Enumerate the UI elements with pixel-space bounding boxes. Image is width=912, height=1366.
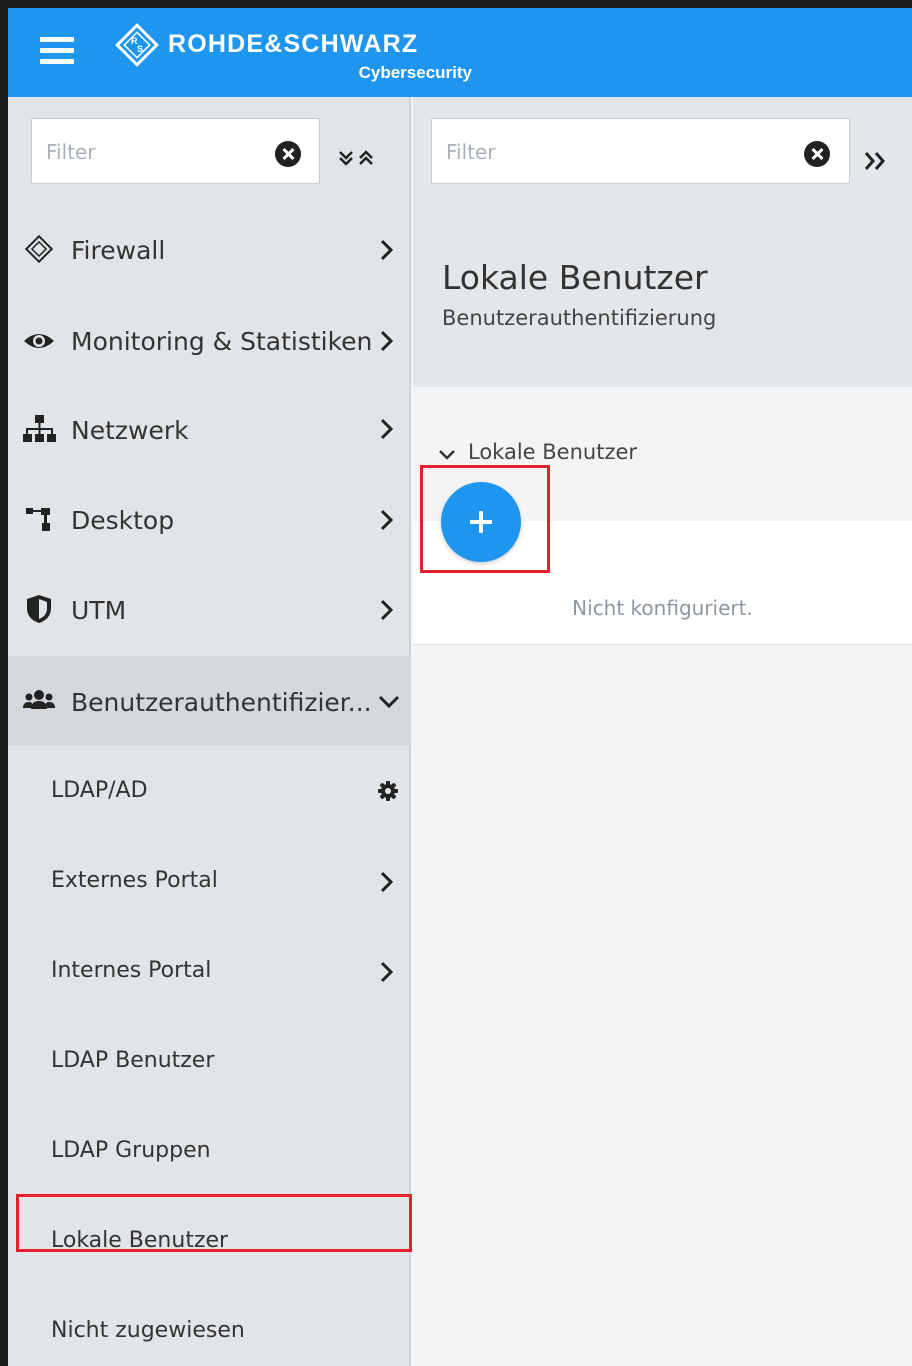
add-user-button[interactable] bbox=[441, 482, 521, 562]
shield-icon bbox=[27, 595, 51, 623]
main-filter-clear-icon[interactable] bbox=[804, 141, 830, 167]
chevron-right-icon bbox=[380, 599, 394, 621]
chevron-right-icon bbox=[380, 418, 394, 440]
sidebar-subitem-ldap-groups[interactable]: LDAP Gruppen bbox=[8, 1106, 409, 1196]
sidebar-subitem-internal-portal[interactable]: Internes Portal bbox=[8, 926, 409, 1016]
sidebar-filter-placeholder: Filter bbox=[46, 140, 96, 164]
svg-text:S: S bbox=[137, 44, 143, 54]
sidebar-subitem-ldap-users[interactable]: LDAP Benutzer bbox=[8, 1016, 409, 1106]
page-title: Lokale Benutzer bbox=[442, 258, 708, 297]
sidebar-subitem-unassigned[interactable]: Nicht zugewiesen bbox=[8, 1286, 409, 1366]
sidebar-item-firewall[interactable]: Firewall bbox=[8, 206, 409, 296]
sidebar-subitem-label: LDAP Gruppen bbox=[51, 1138, 211, 1163]
chevron-right-icon bbox=[380, 330, 394, 352]
empty-state-text: Nicht konfiguriert. bbox=[572, 596, 753, 620]
chevron-right-icon bbox=[380, 871, 394, 893]
sidebar-item-label: Desktop bbox=[71, 506, 175, 535]
chevron-down-icon bbox=[439, 450, 455, 460]
brand-name: ROHDE&SCHWARZ bbox=[168, 30, 419, 58]
sidebar-subitem-external-portal[interactable]: Externes Portal bbox=[8, 836, 409, 926]
app-window: R S ROHDE&SCHWARZ Cybersecurity Filter F… bbox=[8, 8, 912, 1366]
collapse-all-icon[interactable] bbox=[336, 148, 376, 178]
brand-subtitle: Cybersecurity bbox=[358, 63, 472, 82]
sidebar-subitem-label: LDAP Benutzer bbox=[51, 1048, 215, 1073]
sidebar-subitem-label: Externes Portal bbox=[51, 868, 218, 893]
sidebar-subitem-label: Internes Portal bbox=[51, 958, 212, 983]
page-subtitle: Benutzerauthentifizierung bbox=[442, 306, 717, 330]
gear-icon[interactable] bbox=[377, 780, 399, 802]
rohde-schwarz-logo-icon: R S bbox=[115, 23, 159, 67]
sidebar-filter-input[interactable]: Filter bbox=[31, 118, 320, 184]
sidebar-item-desktop[interactable]: Desktop bbox=[8, 476, 409, 566]
sidebar-item-label: Benutzerauthentifizier... bbox=[71, 688, 372, 717]
sidebar-item-network[interactable]: Netzwerk bbox=[8, 386, 409, 476]
sidebar-item-user-authentication[interactable]: Benutzerauthentifizier... bbox=[8, 656, 409, 746]
sidebar-item-utm[interactable]: UTM bbox=[8, 566, 409, 656]
sidebar-item-monitoring[interactable]: Monitoring & Statistiken bbox=[8, 296, 409, 386]
main-filter-input[interactable]: Filter bbox=[431, 118, 850, 184]
sidebar-item-label: Netzwerk bbox=[71, 416, 189, 445]
menu-icon[interactable] bbox=[40, 37, 74, 65]
sidebar-filter-clear-icon[interactable] bbox=[275, 141, 301, 167]
sidebar-subitem-label: Lokale Benutzer bbox=[51, 1228, 229, 1253]
main-filter-placeholder: Filter bbox=[446, 140, 496, 164]
sidebar-item-label: Monitoring & Statistiken bbox=[71, 327, 373, 356]
chevron-right-icon bbox=[380, 961, 394, 983]
top-bar: R S ROHDE&SCHWARZ Cybersecurity bbox=[8, 8, 912, 97]
users-icon bbox=[23, 690, 55, 709]
network-icon bbox=[23, 415, 56, 442]
chevron-down-icon bbox=[378, 695, 400, 709]
sidebar-subitem-label: LDAP/AD bbox=[51, 778, 148, 803]
sidebar-item-label: Firewall bbox=[71, 236, 166, 265]
sidebar-subitem-label: Nicht zugewiesen bbox=[51, 1318, 245, 1343]
section-title: Lokale Benutzer bbox=[468, 440, 638, 464]
firewall-icon bbox=[24, 234, 54, 264]
chevron-right-icon bbox=[380, 509, 394, 531]
eye-icon bbox=[24, 334, 54, 348]
chevron-right-icon bbox=[380, 239, 394, 261]
double-chevron-right-icon[interactable] bbox=[860, 146, 892, 176]
sidebar-item-label: UTM bbox=[71, 596, 127, 625]
sidebar-subitem-local-users[interactable]: Lokale Benutzer bbox=[8, 1196, 409, 1286]
desktop-icon bbox=[26, 508, 50, 531]
sidebar-subitem-ldap-ad[interactable]: LDAP/AD bbox=[8, 746, 409, 836]
